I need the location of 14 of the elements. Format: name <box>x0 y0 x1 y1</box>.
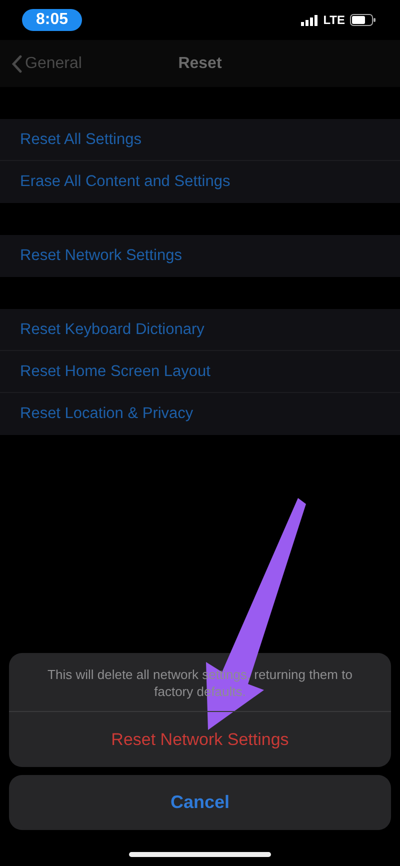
battery-icon <box>350 14 376 26</box>
settings-row[interactable]: Reset All Settings <box>0 119 400 161</box>
settings-row[interactable]: Reset Home Screen Layout <box>0 351 400 393</box>
network-label: LTE <box>323 13 345 27</box>
status-time: 8:05 <box>22 9 82 31</box>
settings-row[interactable]: Reset Location & Privacy <box>0 393 400 435</box>
cancel-button[interactable]: Cancel <box>9 775 391 830</box>
back-button[interactable]: General <box>0 54 88 74</box>
nav-title: Reset <box>178 54 222 72</box>
settings-row[interactable]: Reset Keyboard Dictionary <box>0 309 400 351</box>
settings-row[interactable]: Erase All Content and Settings <box>0 161 400 203</box>
signal-icon <box>301 14 318 26</box>
chevron-left-icon <box>12 54 22 72</box>
settings-row[interactable]: Reset Network Settings <box>0 235 400 277</box>
